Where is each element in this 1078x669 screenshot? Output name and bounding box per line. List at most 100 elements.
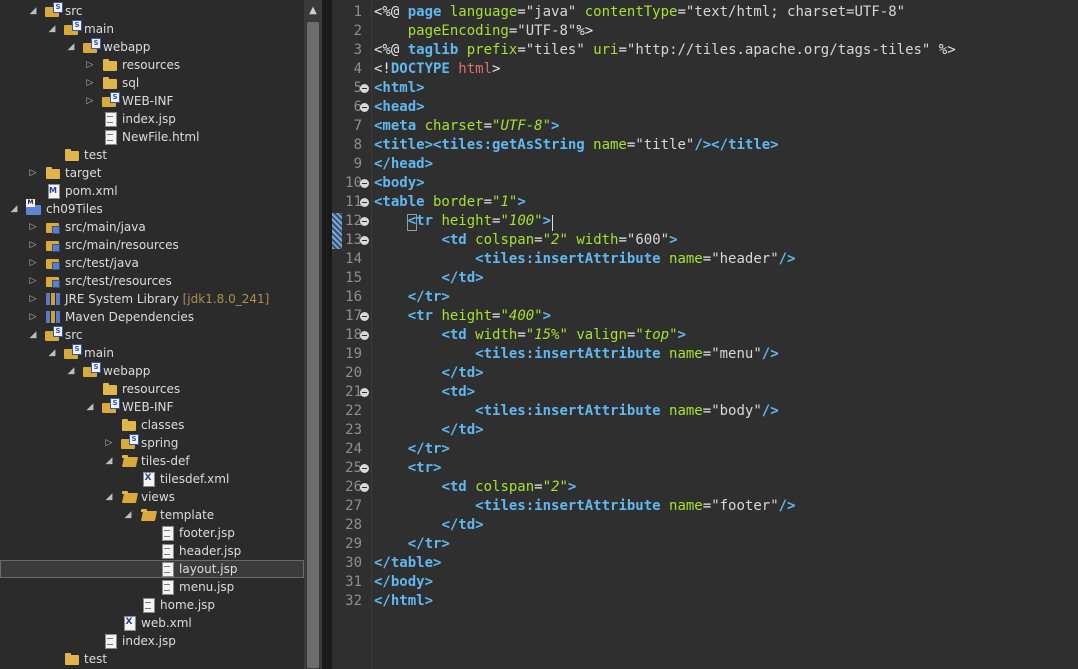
code-line[interactable]: 6 <head> (354, 98, 1078, 117)
collapsed-arrow-icon[interactable]: ▷ (84, 56, 96, 74)
expanded-arrow-icon[interactable]: ◢ (8, 200, 20, 218)
fold-collapse-icon[interactable] (360, 84, 369, 93)
tree-node[interactable]: ◢ template (0, 506, 304, 524)
code-line[interactable]: 19 <tiles:insertAttribute name="menu"/> (345, 345, 1078, 364)
tree-node[interactable]: footer.jsp (0, 524, 304, 542)
collapsed-arrow-icon[interactable]: ▷ (27, 308, 39, 326)
code-line[interactable]: 21 <td> (345, 383, 1078, 402)
code-editor[interactable]: 1 <%@ page language="java" contentType="t… (332, 0, 1078, 669)
expanded-arrow-icon[interactable]: ◢ (103, 488, 115, 506)
expanded-arrow-icon[interactable]: ◢ (46, 20, 58, 38)
collapsed-arrow-icon[interactable]: ▷ (103, 434, 115, 452)
tree-node[interactable]: ▷ src/test/java (0, 254, 304, 272)
fold-collapse-icon[interactable] (360, 312, 369, 321)
code-line[interactable]: 27 <tiles:insertAttribute name="footer"/… (345, 497, 1078, 516)
code-line[interactable]: 28 </td> (345, 516, 1078, 535)
tree-node[interactable]: ◢ ch09Tiles (0, 199, 304, 218)
code-line[interactable]: 24 </tr> (345, 440, 1078, 459)
tree-node[interactable]: ▷ WEB-INF (0, 92, 304, 110)
fold-collapse-icon[interactable] (360, 103, 369, 112)
tree-node[interactable]: ▷ JRE System Library [jdk1.8.0_241] (0, 290, 304, 308)
tree-node[interactable]: ▷ spring (0, 434, 304, 452)
tree-node[interactable]: NewFile.html (0, 128, 304, 146)
tree-node[interactable]: test (0, 146, 304, 164)
tree-node[interactable]: ◢ main (0, 20, 304, 38)
fold-collapse-icon[interactable] (360, 217, 369, 226)
fold-collapse-icon[interactable] (360, 483, 369, 492)
fold-collapse-icon[interactable] (360, 179, 369, 188)
code-line[interactable]: 31 </body> (345, 573, 1078, 592)
code-line[interactable]: 22 <tiles:insertAttribute name="body"/> (345, 402, 1078, 421)
tree-node[interactable]: ◢ src (0, 326, 304, 344)
fold-collapse-icon[interactable] (360, 331, 369, 340)
tree-node[interactable]: layout.jsp (0, 560, 304, 578)
tree-node[interactable]: ◢ WEB-INF (0, 398, 304, 416)
tree-node[interactable]: menu.jsp (0, 578, 304, 596)
code-line[interactable]: 25 <tr> (345, 459, 1078, 478)
collapsed-arrow-icon[interactable]: ▷ (27, 218, 39, 236)
panel-divider[interactable] (322, 0, 332, 669)
expanded-arrow-icon[interactable]: ◢ (65, 38, 77, 56)
code-line[interactable]: 29 </tr> (345, 535, 1078, 554)
code-line[interactable]: 20 </td> (345, 364, 1078, 383)
code-line[interactable]: 17 <tr height="400"> (345, 307, 1078, 326)
code-line[interactable]: 7 <meta charset="UTF-8"> (354, 117, 1078, 136)
tree-node[interactable]: ◢ tiles-def (0, 452, 304, 470)
tree-node[interactable]: tilesdef.xml (0, 470, 304, 488)
tree-node[interactable]: ▷ resources (0, 56, 304, 74)
tree-node[interactable]: resources (0, 380, 304, 398)
collapsed-arrow-icon[interactable]: ▷ (27, 254, 39, 272)
code-line[interactable]: 1 <%@ page language="java" contentType="t… (354, 3, 1078, 22)
tree-node[interactable]: index.jsp (0, 110, 304, 128)
expanded-arrow-icon[interactable]: ◢ (27, 2, 39, 20)
tree-node[interactable]: ◢ views (0, 488, 304, 506)
scroll-thumb[interactable] (307, 22, 319, 668)
expanded-arrow-icon[interactable]: ◢ (46, 344, 58, 362)
code-line[interactable]: 32 </html> (345, 592, 1078, 611)
fold-collapse-icon[interactable] (360, 388, 369, 397)
code-line[interactable]: 16 </tr> (345, 288, 1078, 307)
tree-node[interactable]: ◢ main (0, 344, 304, 362)
tree-node[interactable]: ▷ target (0, 164, 304, 182)
tree-node[interactable]: ▷ src/main/resources (0, 236, 304, 254)
code-line[interactable]: 4 <!DOCTYPE html> (354, 60, 1078, 79)
collapsed-arrow-icon[interactable]: ▷ (27, 272, 39, 290)
tree-node[interactable]: test (0, 650, 304, 668)
expanded-arrow-icon[interactable]: ◢ (65, 362, 77, 380)
tree-node[interactable]: ▷ src/main/java (0, 218, 304, 236)
code-area[interactable]: 1 <%@ page language="java" contentType="t… (345, 3, 1078, 611)
code-line[interactable]: 14 <tiles:insertAttribute name="header"/… (345, 250, 1078, 269)
tree-node[interactable]: ▷ sql (0, 74, 304, 92)
code-line[interactable]: 11 <table border="1"> (345, 193, 1078, 212)
code-line[interactable]: 13 <td colspan="2" width="600"> (345, 231, 1078, 250)
tree-node[interactable]: index.jsp (0, 632, 304, 650)
code-line[interactable]: 3 <%@ taglib prefix="tiles" uri="http://t… (354, 41, 1078, 60)
code-line[interactable]: 26 <td colspan="2"> (345, 478, 1078, 497)
tree-node[interactable]: home.jsp (0, 596, 304, 614)
tree-node[interactable]: pom.xml (0, 182, 304, 200)
scroll-up-arrow-icon[interactable]: ▲ (304, 0, 322, 20)
code-line[interactable]: 2 pageEncoding="UTF-8"%> (354, 22, 1078, 41)
collapsed-arrow-icon[interactable]: ▷ (27, 236, 39, 254)
fold-collapse-icon[interactable] (360, 464, 369, 473)
collapsed-arrow-icon[interactable]: ▷ (84, 74, 96, 92)
code-line[interactable]: 12 <tr height="100"> (345, 212, 1078, 231)
code-line[interactable]: 18 <td width="15%" valign="top"> (345, 326, 1078, 345)
explorer-scrollbar[interactable]: ▲ (304, 0, 322, 669)
fold-collapse-icon[interactable] (360, 198, 369, 207)
collapsed-arrow-icon[interactable]: ▷ (84, 92, 96, 110)
code-line[interactable]: 30 </table> (345, 554, 1078, 573)
collapsed-arrow-icon[interactable]: ▷ (27, 290, 39, 308)
tree-node[interactable]: ◢ webapp (0, 38, 304, 56)
expanded-arrow-icon[interactable]: ◢ (103, 452, 115, 470)
expanded-arrow-icon[interactable]: ◢ (122, 506, 134, 524)
code-line[interactable]: 23 </td> (345, 421, 1078, 440)
collapsed-arrow-icon[interactable]: ▷ (27, 164, 39, 182)
expanded-arrow-icon[interactable]: ◢ (84, 398, 96, 416)
tree-node[interactable]: web.xml (0, 614, 304, 632)
expanded-arrow-icon[interactable]: ◢ (27, 326, 39, 344)
tree-node[interactable]: classes (0, 416, 304, 434)
code-line[interactable]: 10 <body> (345, 174, 1078, 193)
fold-collapse-icon[interactable] (360, 236, 369, 245)
tree-node[interactable]: ◢ src (0, 2, 304, 20)
